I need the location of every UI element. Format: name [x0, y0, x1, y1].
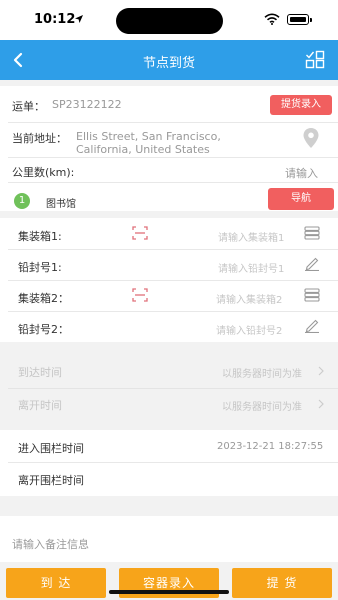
container-1-label: 集装箱1: — [18, 230, 62, 243]
stack-list-icon[interactable] — [304, 288, 320, 302]
exit-fence-label: 离开围栏时间 — [18, 474, 84, 487]
waybill-label: 运单： — [12, 100, 45, 113]
waybill-info-card: 运单： SP23122122 提货录入 当前地址： Ellis Street, … — [0, 86, 338, 211]
leave-time-hint[interactable]: 以服务器时间为准 — [222, 398, 302, 413]
page-title: 节点到货 — [142, 56, 195, 71]
seal-2-input[interactable]: 请输入铅封号2 — [216, 322, 282, 337]
divider — [8, 462, 338, 463]
divider — [8, 122, 338, 123]
container-2-input[interactable]: 请输入集装箱2 — [216, 291, 282, 306]
dynamic-island — [116, 8, 223, 34]
address-line-1: Ellis Street, San Francisco, — [76, 130, 221, 143]
pickup-button[interactable]: 提 货 — [232, 568, 332, 598]
arrive-time-hint[interactable]: 以服务器时间为准 — [222, 365, 302, 380]
scan-icon[interactable] — [132, 226, 148, 240]
chevron-right-icon — [318, 366, 324, 376]
container-1-input[interactable]: 请输入集装箱1 — [218, 229, 284, 244]
arrival-time-section: 到达时间 以服务器时间为准 离开时间 以服务器时间为准 — [0, 352, 338, 424]
home-indicator — [109, 590, 229, 594]
distance-input[interactable]: 请输入 — [285, 165, 318, 181]
leave-time-label: 离开时间 — [18, 399, 62, 412]
divider — [8, 311, 338, 312]
battery-icon — [287, 14, 312, 25]
edit-pencil-icon[interactable] — [304, 319, 320, 333]
chevron-right-icon — [318, 399, 324, 409]
seal-1-input[interactable]: 请输入铅封号1 — [218, 260, 284, 275]
wifi-icon — [264, 13, 280, 25]
arrive-time-label: 到达时间 — [18, 366, 62, 379]
node-name: 图书馆 — [46, 199, 76, 210]
navigate-button[interactable]: 导航 — [268, 188, 334, 210]
geofence-time-card: 进入围栏时间 2023-12-21 18:27:55 离开围栏时间 — [0, 430, 338, 496]
address-label: 当前地址： — [12, 132, 67, 145]
node-index-badge: 1 — [14, 193, 30, 209]
status-time: 10:12 — [34, 12, 76, 27]
address-line-2: California, United States — [76, 143, 210, 156]
location-arrow-icon — [75, 15, 83, 23]
stack-list-icon[interactable] — [304, 226, 320, 240]
edit-pencil-icon[interactable] — [304, 257, 320, 271]
enter-fence-value: 2023-12-21 18:27:55 — [217, 441, 324, 452]
status-bar: 10:12 — [0, 0, 338, 40]
divider — [8, 280, 338, 281]
waybill-number: SP23122122 — [52, 98, 122, 111]
distance-label: 公里数(km): — [12, 166, 75, 179]
checklist-grid-icon[interactable] — [305, 50, 325, 70]
remark-area[interactable]: 请输入备注信息 — [0, 516, 338, 562]
pickup-entry-button[interactable]: 提货录入 — [270, 95, 332, 115]
location-pin-icon[interactable] — [302, 127, 320, 149]
container-2-label: 集装箱2： — [18, 292, 69, 305]
divider — [8, 182, 338, 183]
divider — [8, 388, 338, 389]
bottom-action-bar: 到 达 容器录入 提 货 — [0, 562, 338, 600]
seal-2-label: 铅封号2： — [18, 323, 69, 336]
enter-fence-label: 进入围栏时间 — [18, 442, 84, 455]
container-seal-card: 集装箱1: 请输入集装箱1 铅封号1: 请输入铅封号1 集装箱2： 请输入集装箱… — [0, 218, 338, 342]
arrive-button[interactable]: 到 达 — [6, 568, 106, 598]
remark-input[interactable]: 请输入备注信息 — [12, 536, 89, 552]
nav-bar: 节点到货 — [0, 40, 338, 80]
scan-icon[interactable] — [132, 288, 148, 302]
divider — [8, 249, 338, 250]
seal-1-label: 铅封号1: — [18, 261, 62, 274]
divider — [8, 157, 338, 158]
